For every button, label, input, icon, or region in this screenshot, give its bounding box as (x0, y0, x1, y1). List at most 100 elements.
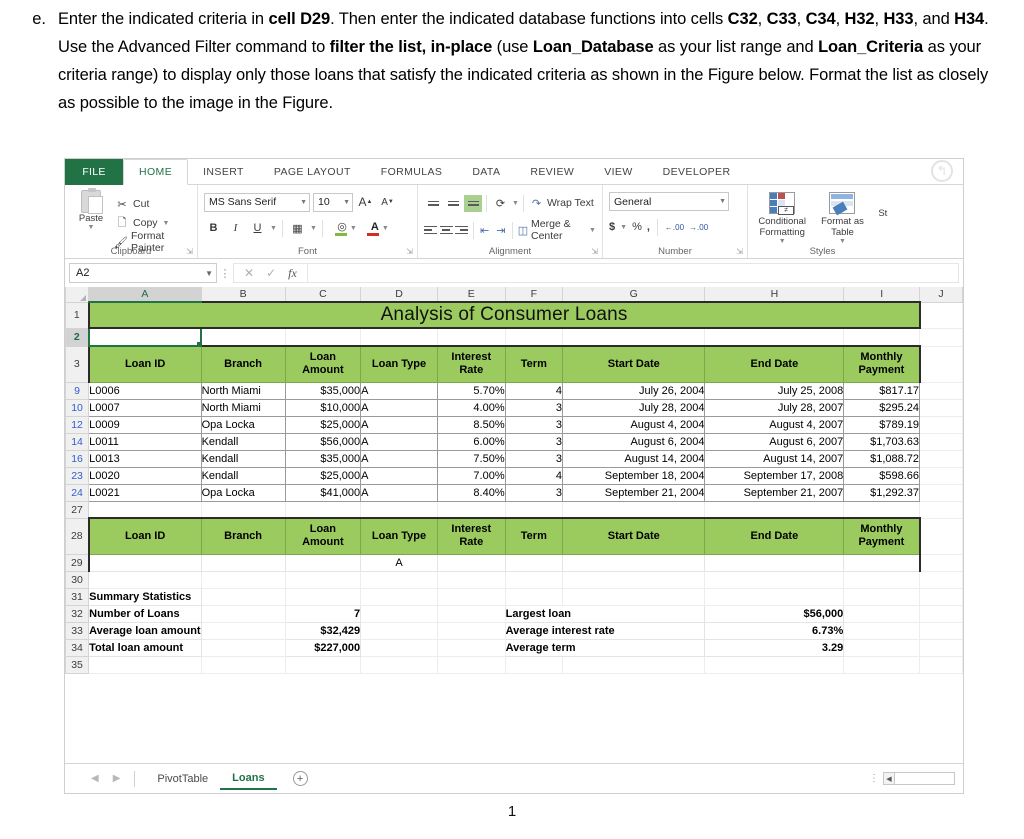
cell-g30[interactable] (562, 570, 706, 589)
cell-F24[interactable]: 3 (504, 483, 564, 502)
align-top-button[interactable] (424, 195, 442, 212)
italic-button[interactable]: I (226, 219, 245, 238)
sheet-tab-pivottable[interactable]: PivotTable (145, 768, 220, 790)
cell-J9[interactable] (919, 381, 963, 400)
cell-C9[interactable]: $35,000 (284, 381, 362, 400)
alignment-dialog-launcher-icon[interactable]: ⇲ (591, 247, 598, 256)
cell-J12[interactable] (919, 415, 963, 434)
decrease-font-size-button[interactable]: A ▼ (378, 193, 397, 212)
cell-F16[interactable]: 3 (504, 449, 564, 468)
cell-D9[interactable]: A (360, 381, 438, 400)
row-header-3[interactable]: 3 (65, 345, 90, 383)
cell-C14[interactable]: $56,000 (284, 432, 362, 451)
number-dialog-launcher-icon[interactable]: ⇲ (736, 247, 743, 256)
format-as-table-chevron-down-icon[interactable]: ▼ (839, 238, 846, 245)
cell-A24[interactable]: L0021 (88, 483, 202, 502)
summary-value-average-term[interactable]: 3.29 (704, 638, 845, 657)
cell-A9[interactable]: L0006 (88, 381, 202, 400)
cell-g29[interactable] (562, 553, 706, 572)
tab-file[interactable]: FILE (65, 159, 123, 185)
column-header-a[interactable]: A (88, 287, 202, 303)
clipboard-dialog-launcher-icon[interactable]: ⇲ (186, 247, 193, 256)
cell-i35[interactable] (843, 655, 921, 674)
cell-G12[interactable]: August 4, 2004 (562, 415, 706, 434)
name-box-chevron-down-icon[interactable]: ▼ (205, 269, 213, 278)
cell-A14[interactable]: L0011 (88, 432, 202, 451)
cell-i34[interactable] (843, 638, 921, 657)
cell-I10[interactable]: $295.24 (843, 398, 921, 417)
cell-H24[interactable]: September 21, 2007 (704, 483, 845, 502)
cell-F10[interactable]: 3 (504, 398, 564, 417)
cell-b2[interactable] (200, 327, 286, 347)
cell-i29[interactable] (843, 553, 921, 572)
fill-color-button[interactable]: ◎ (328, 219, 347, 238)
cell-J16[interactable] (919, 449, 963, 468)
cell-g35[interactable] (562, 655, 706, 674)
column-header-d[interactable]: D (360, 287, 438, 303)
cell-j27[interactable] (919, 500, 963, 519)
cell-I14[interactable]: $1,703.63 (843, 432, 921, 451)
cell-d35[interactable] (360, 655, 438, 674)
confirm-formula-icon[interactable]: ✓ (266, 266, 276, 280)
cell-h30[interactable] (704, 570, 845, 589)
cell-h27[interactable] (704, 500, 845, 519)
cell-F9[interactable]: 4 (504, 381, 564, 400)
cell-I16[interactable]: $1,088.72 (843, 449, 921, 468)
cell-g27[interactable] (562, 500, 706, 519)
cell-G16[interactable]: August 14, 2004 (562, 449, 706, 468)
column-header-h[interactable]: H (704, 287, 845, 303)
cell-B9[interactable]: North Miami (200, 381, 286, 400)
row-header-12[interactable]: 12 (65, 415, 90, 434)
cell-b29[interactable] (200, 553, 286, 572)
row-header-33[interactable]: 33 (65, 621, 90, 640)
cell-b30[interactable] (200, 570, 286, 589)
cell-C16[interactable]: $35,000 (284, 449, 362, 468)
cell-F14[interactable]: 3 (504, 432, 564, 451)
summary-value-total-loan-amount[interactable]: $227,000 (284, 638, 362, 657)
cell-b32[interactable] (200, 604, 286, 623)
cell-A12[interactable]: L0009 (88, 415, 202, 434)
percent-format-button[interactable]: % (632, 221, 642, 233)
cell-E10[interactable]: 4.00% (436, 398, 506, 417)
row-header-24[interactable]: 24 (65, 483, 90, 502)
cell-d30[interactable] (360, 570, 438, 589)
cell-d29-loan-type-criteria[interactable]: A (360, 553, 438, 572)
cell-g31[interactable] (562, 587, 706, 606)
cell-E12[interactable]: 8.50% (436, 415, 506, 434)
cell-a30[interactable] (88, 570, 202, 589)
formula-bar-menu-icon[interactable]: ⋮ (217, 267, 233, 280)
row-header-23[interactable]: 23 (65, 466, 90, 485)
increase-indent-button[interactable]: ⇥ (494, 221, 508, 240)
row-header-14[interactable]: 14 (65, 432, 90, 451)
tab-formulas[interactable]: FORMULAS (365, 159, 458, 185)
cell-h31[interactable] (704, 587, 845, 606)
cell-A10[interactable]: L0007 (88, 398, 202, 417)
cell-F12[interactable]: 3 (504, 415, 564, 434)
cell-B23[interactable]: Kendall (200, 466, 286, 485)
cell-i30[interactable] (843, 570, 921, 589)
cell-j31[interactable] (919, 587, 963, 606)
font-color-button[interactable]: A (360, 219, 379, 238)
summary-value-number-of-loans[interactable]: 7 (284, 604, 362, 623)
decrease-indent-button[interactable]: ⇤ (477, 221, 491, 240)
copy-chevron-down-icon[interactable]: ▼ (163, 220, 170, 227)
cell-a27[interactable] (88, 500, 202, 519)
merge-chevron-down-icon[interactable]: ▼ (589, 227, 596, 234)
row-header-27[interactable]: 27 (65, 500, 90, 519)
cell-E23[interactable]: 7.00% (436, 466, 506, 485)
cell-I23[interactable]: $598.66 (843, 466, 921, 485)
font-size-chevron-down-icon[interactable]: ▼ (340, 199, 350, 206)
cell-c27[interactable] (284, 500, 362, 519)
cell-c35[interactable] (284, 655, 362, 674)
cell-j33[interactable] (919, 621, 963, 640)
cell-B10[interactable]: North Miami (200, 398, 286, 417)
cell-j1[interactable] (919, 301, 963, 329)
row-header-35[interactable]: 35 (65, 655, 90, 674)
row-header-10[interactable]: 10 (65, 398, 90, 417)
cell-d34[interactable] (360, 638, 438, 657)
increase-font-size-button[interactable]: A ▲ (356, 193, 375, 212)
cell-e29[interactable] (436, 553, 506, 572)
cell-j32[interactable] (919, 604, 963, 623)
cell-H23[interactable]: September 17, 2008 (704, 466, 845, 485)
borders-chevron-down-icon[interactable]: ▼ (310, 225, 317, 232)
